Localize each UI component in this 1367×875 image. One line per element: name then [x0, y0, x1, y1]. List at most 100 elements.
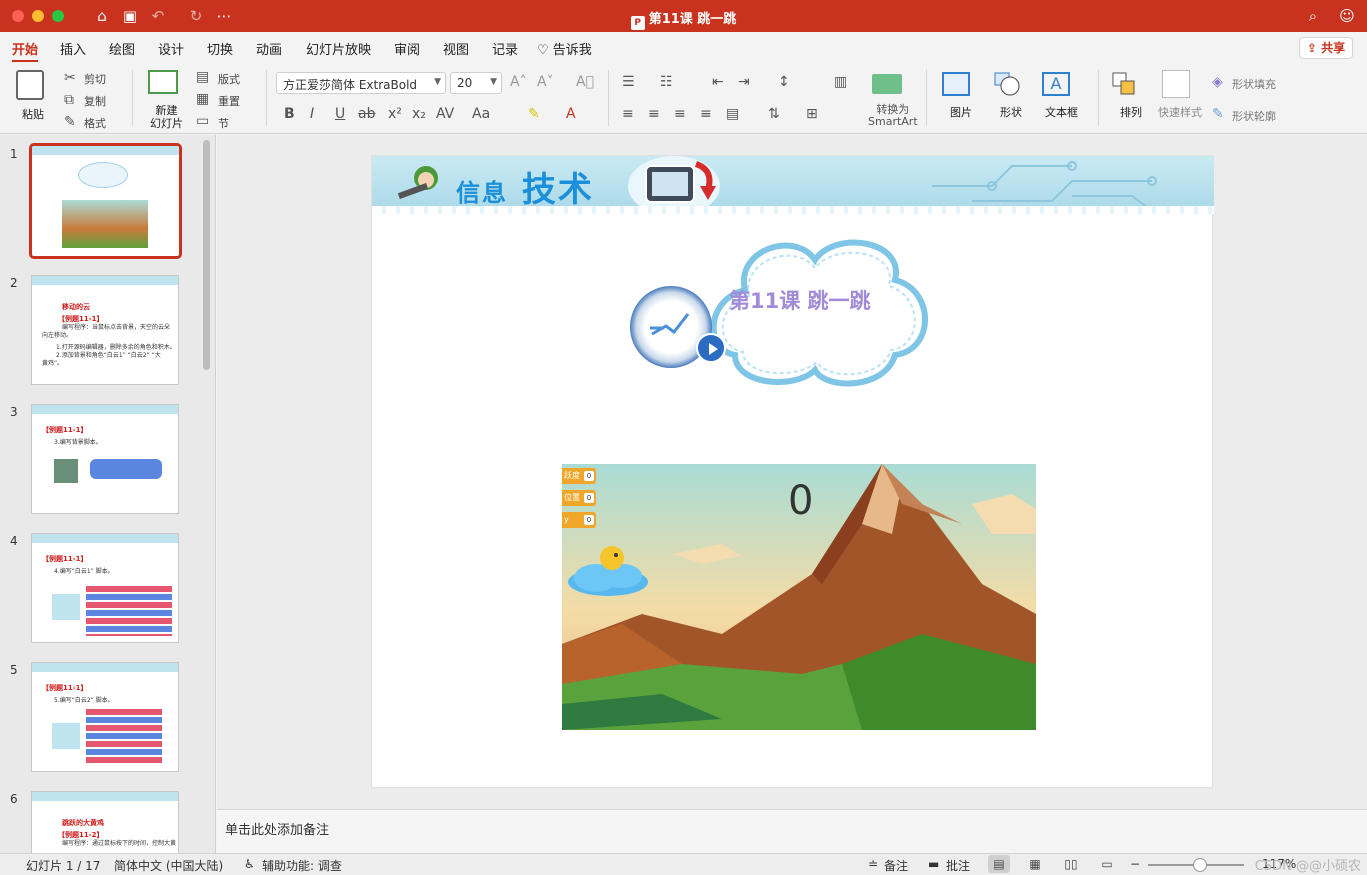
font-name-select[interactable]: 方正爱莎简体 ExtraBold ▼ [276, 72, 446, 94]
shape-outline-icon[interactable]: ✎ [1212, 106, 1224, 122]
layout-icon[interactable]: ▤ [196, 69, 209, 85]
align-center-icon[interactable]: ≡ [648, 106, 660, 122]
thumbnails-scrollbar[interactable] [203, 140, 210, 370]
strikethrough-icon[interactable]: ab [358, 106, 375, 122]
reset-label[interactable]: 重置 [218, 93, 240, 109]
align-left-icon[interactable]: ≡ [622, 106, 634, 122]
quick-styles-icon[interactable] [1162, 70, 1190, 98]
zoom-slider-handle[interactable] [1193, 858, 1207, 872]
search-icon[interactable]: ⌕ [1303, 6, 1323, 26]
shrink-font-icon[interactable]: A˅ [537, 74, 554, 90]
tab-transitions[interactable]: 切换 [207, 39, 233, 58]
subscript-icon[interactable]: x₂ [412, 106, 426, 122]
arrange-icon[interactable] [1112, 72, 1138, 96]
align-right-icon[interactable]: ≡ [674, 106, 686, 122]
tab-review[interactable]: 审阅 [394, 39, 420, 58]
highlight-icon[interactable]: ✎ [528, 106, 540, 122]
slide-thumbnail-6[interactable]: 跳跃的大黄鸡 【例题11-2】 编写程序：通过鼠标按下的时间，控制大黄 [31, 791, 179, 853]
zoom-out-button[interactable]: − [1130, 857, 1140, 871]
shape-outline-label[interactable]: 形状轮廓 [1232, 108, 1276, 124]
shape-fill-label[interactable]: 形状填充 [1232, 76, 1276, 92]
underline-icon[interactable]: U [335, 106, 345, 122]
notes-pane[interactable]: 单击此处添加备注 [217, 809, 1367, 853]
format-painter-icon[interactable]: ✎ [64, 114, 76, 130]
section-label[interactable]: 节 [218, 115, 229, 131]
normal-view-button[interactable]: ▤ [988, 855, 1010, 873]
current-slide[interactable]: 信息 技术 第11课 跳一跳 跃度 0 位置 0 y 0 0 [371, 155, 1214, 788]
textbox-label[interactable]: 文本框 [1045, 104, 1078, 120]
notes-placeholder[interactable]: 单击此处添加备注 [225, 819, 329, 838]
textbox-icon[interactable]: A [1042, 72, 1070, 96]
tab-slideshow[interactable]: 幻灯片放映 [306, 39, 371, 58]
reading-view-button[interactable]: ▯▯ [1060, 855, 1082, 873]
accessibility-status[interactable]: 辅助功能: 调查 [262, 857, 342, 874]
shape-icon[interactable] [994, 72, 1020, 96]
align-text-icon[interactable]: ⊞ [806, 106, 818, 122]
new-slide-icon[interactable] [148, 70, 178, 94]
picture-icon[interactable] [942, 72, 970, 96]
slide-thumbnail-4[interactable]: 【例题11-1】 4.编写“白云1” 脚本。 [31, 533, 179, 643]
shape-label[interactable]: 形状 [1000, 104, 1022, 120]
paste-icon[interactable] [16, 70, 44, 100]
italic-icon[interactable]: I [310, 106, 314, 122]
slide-thumbnail-3[interactable]: 【例题11-1】 3.编写背景脚本。 [31, 404, 179, 514]
superscript-icon[interactable]: x² [388, 106, 402, 122]
share-button[interactable]: ⇪ 共享 [1299, 37, 1353, 59]
font-color-icon[interactable]: A [566, 106, 576, 122]
text-direction-icon[interactable]: ⇅ [768, 106, 780, 122]
distributed-icon[interactable]: ▤ [726, 106, 739, 122]
columns-icon[interactable]: ▥ [834, 74, 847, 90]
font-size-select[interactable]: 20 ▼ [450, 72, 502, 94]
separator [132, 70, 133, 126]
format-painter-label[interactable]: 格式 [84, 115, 106, 131]
picture-label[interactable]: 图片 [950, 104, 972, 120]
tab-design[interactable]: 设计 [158, 39, 184, 58]
lesson-title[interactable]: 第11课 跳一跳 [729, 288, 879, 314]
share-icon: ⇪ [1306, 41, 1317, 55]
layout-label[interactable]: 版式 [218, 71, 240, 87]
copy-label[interactable]: 复制 [84, 93, 106, 109]
smartart-icon[interactable] [872, 74, 902, 94]
game-stage-image[interactable]: 跃度 0 位置 0 y0 0 [562, 464, 1036, 730]
shape-fill-icon[interactable]: ◈ [1212, 74, 1223, 90]
character-spacing-icon[interactable]: AV [436, 106, 454, 122]
tab-record[interactable]: 记录 [492, 39, 518, 58]
section-icon[interactable]: ▭ [196, 113, 209, 129]
bold-icon[interactable]: B [284, 106, 295, 122]
decrease-indent-icon[interactable]: ⇤ [712, 74, 724, 90]
slide-thumbnail-1[interactable] [29, 143, 182, 259]
tab-draw[interactable]: 绘图 [109, 39, 135, 58]
reset-icon[interactable]: ▦ [196, 91, 209, 107]
line-spacing-icon[interactable]: ↕ [778, 74, 790, 90]
change-case-icon[interactable]: Aa [472, 106, 490, 122]
tell-me[interactable]: ♡ 告诉我 [537, 39, 592, 58]
paste-label[interactable]: 粘贴 [22, 106, 44, 122]
slide-sorter-view-button[interactable]: ▦ [1024, 855, 1046, 873]
comments-toggle-button[interactable]: 批注 [946, 857, 970, 874]
justify-icon[interactable]: ≡ [700, 106, 712, 122]
slideshow-view-button[interactable]: ▭ [1096, 855, 1118, 873]
bullets-icon[interactable]: ☰ [622, 74, 635, 90]
tab-animations[interactable]: 动画 [256, 39, 282, 58]
copy-icon[interactable]: ⧉ [64, 92, 74, 108]
slide-thumbnail-5[interactable]: 【例题11-1】 5.编写“白云2” 脚本。 [31, 662, 179, 772]
convert-smartart-label[interactable]: 转换为 SmartArt [868, 104, 918, 128]
clear-format-icon[interactable]: A⃫ [576, 74, 594, 90]
slide-thumbnail-2[interactable]: 移动的云 【例题11-1】 编写程序：当鼠标点击背景，天空的云朵 向左移动。 1… [31, 275, 179, 385]
account-icon[interactable]: ☺ [1337, 6, 1357, 26]
cut-icon[interactable]: ✂ [64, 70, 76, 86]
increase-indent-icon[interactable]: ⇥ [738, 74, 750, 90]
quick-styles-label[interactable]: 快速样式 [1158, 104, 1202, 120]
arrange-label[interactable]: 排列 [1120, 104, 1142, 120]
slide-counter: 幻灯片 1 / 17 [26, 859, 101, 873]
cut-label[interactable]: 剪切 [84, 71, 106, 87]
notes-toggle-button[interactable]: 备注 [884, 857, 908, 874]
language-indicator[interactable]: 简体中文 (中国大陆) [114, 857, 223, 874]
grow-font-icon[interactable]: A˄ [510, 74, 527, 90]
tab-insert[interactable]: 插入 [60, 39, 86, 58]
numbering-icon[interactable]: ☷ [660, 74, 673, 90]
new-slide-label[interactable]: 新建 幻灯片 [150, 104, 183, 130]
tab-view[interactable]: 视图 [443, 39, 469, 58]
title-bar: ⌂ ▣ ↶ ↻ ⋯ P 第11课 跳一跳 ⌕ ☺ [0, 0, 1367, 32]
tab-home[interactable]: 开始 [12, 39, 39, 63]
